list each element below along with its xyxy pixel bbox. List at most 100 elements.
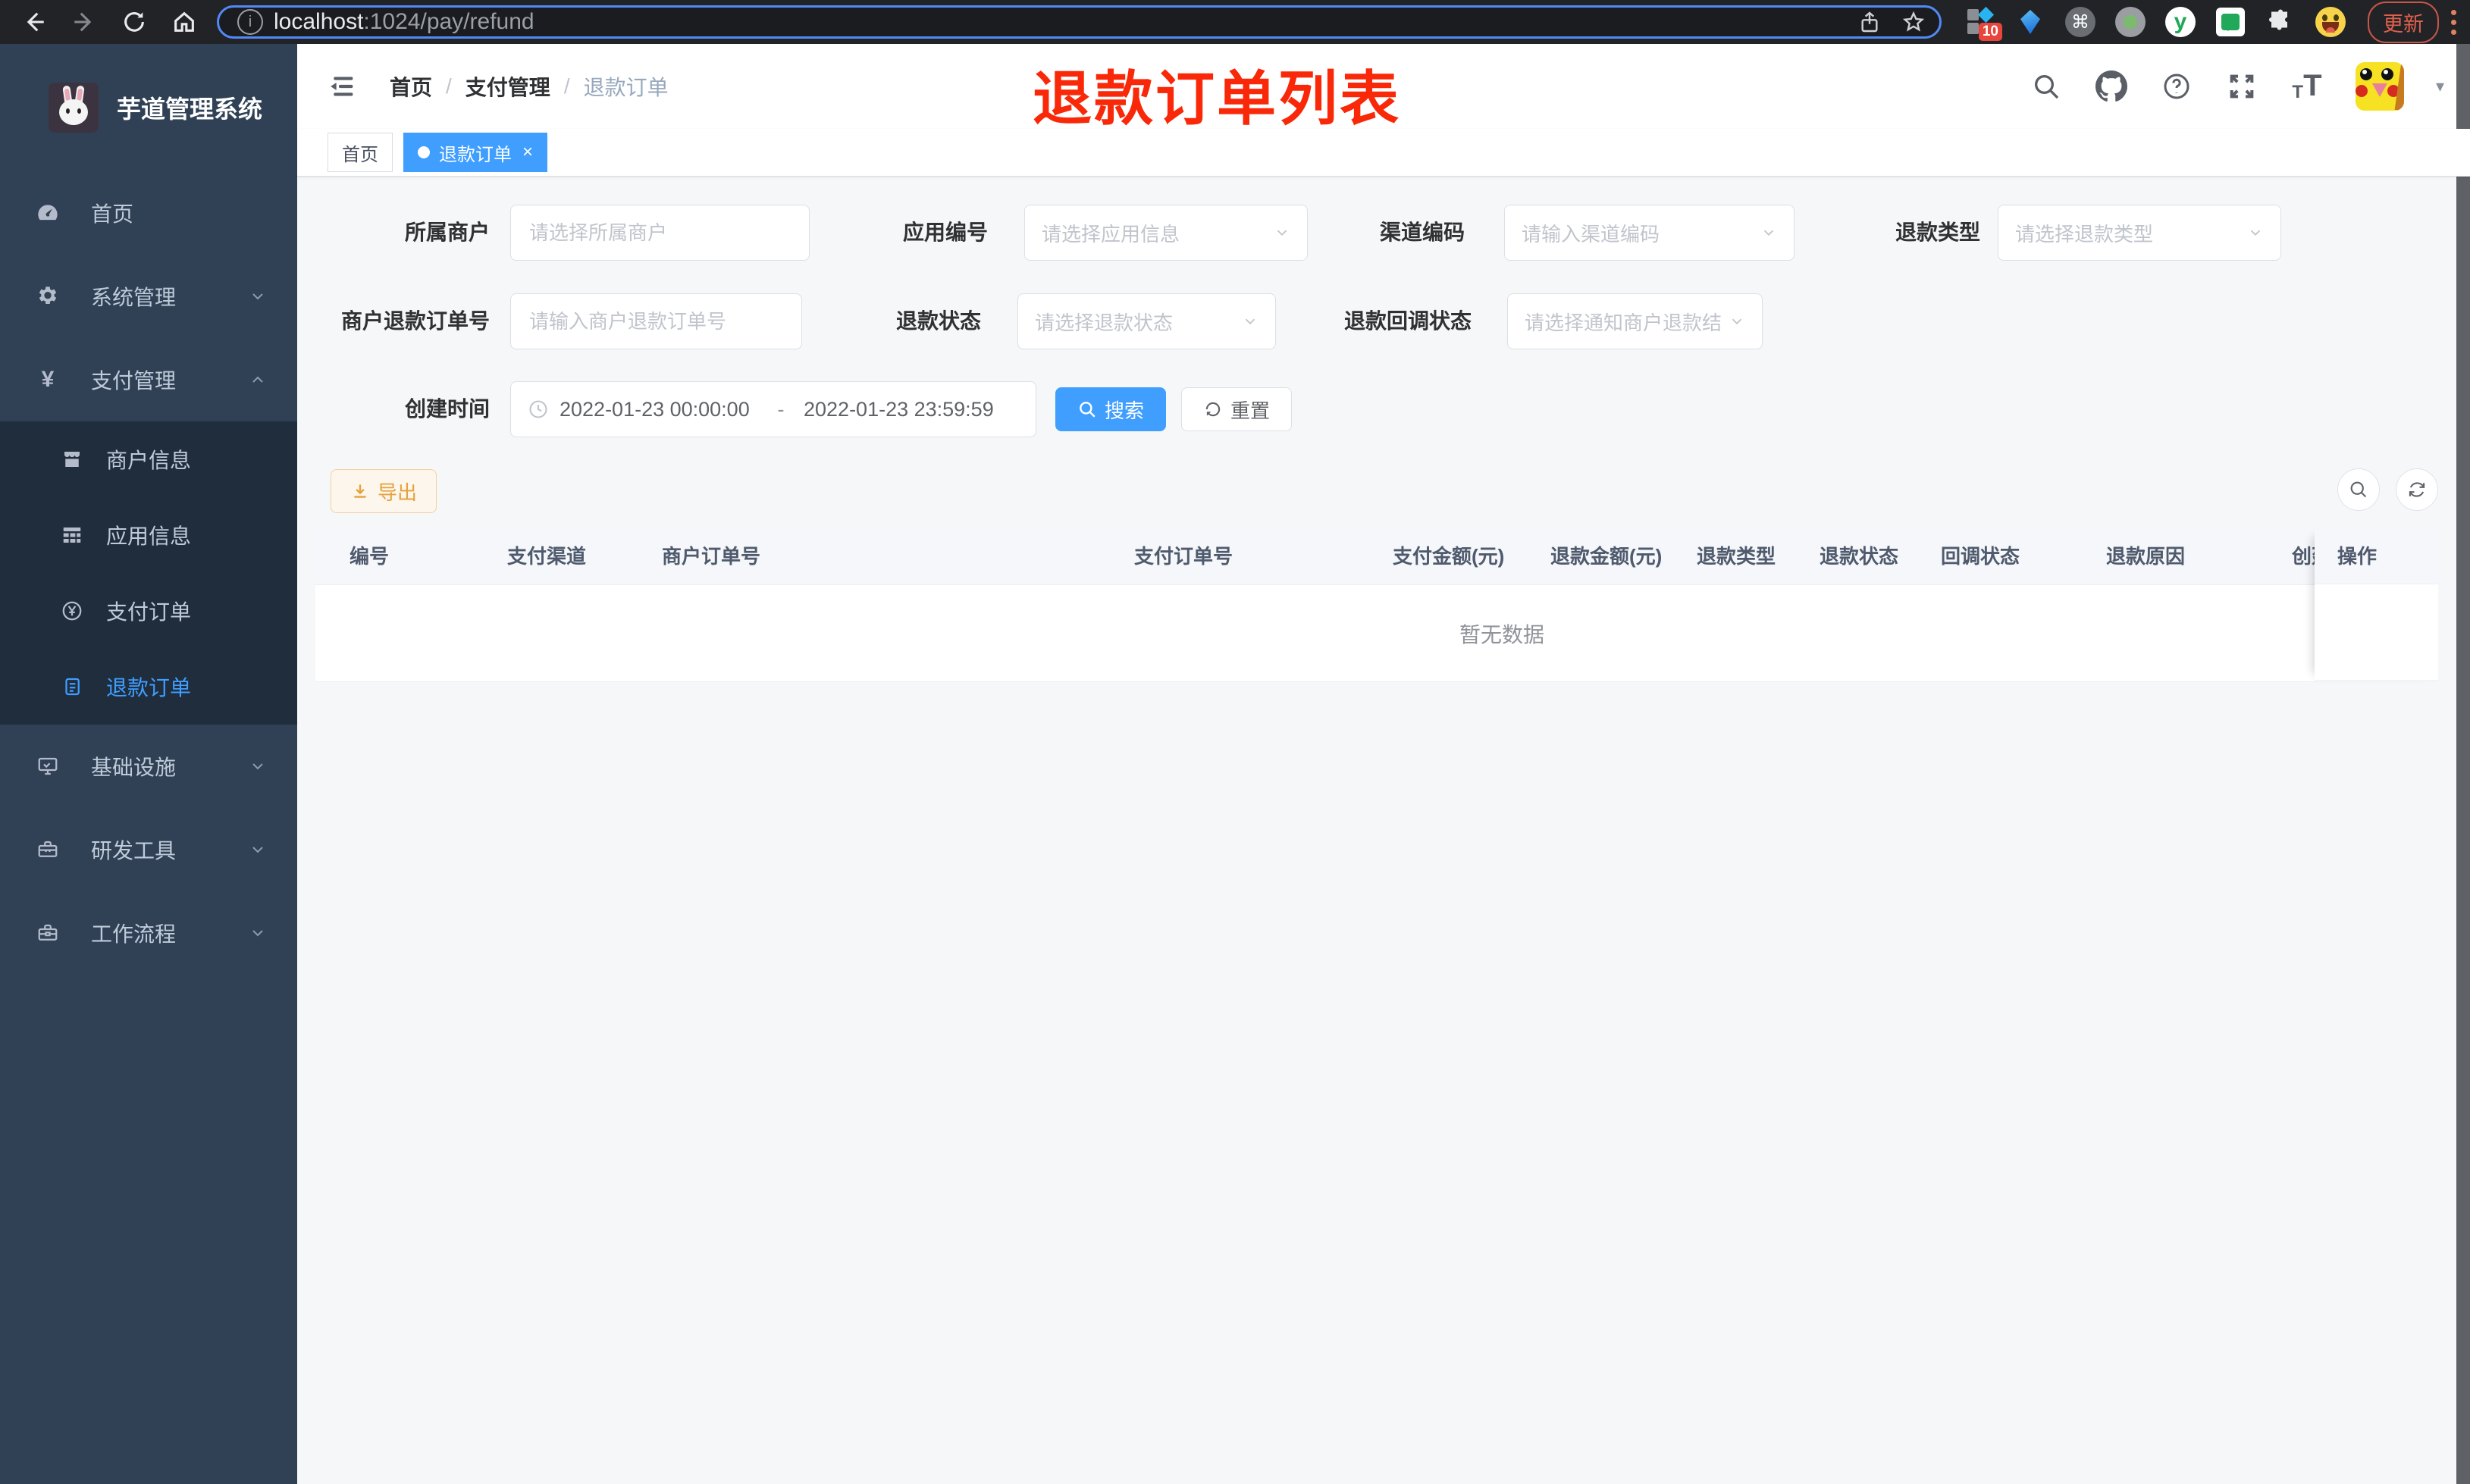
refund-status-select[interactable]: 请选择退款状态: [1017, 293, 1276, 349]
shop-icon: [59, 446, 85, 472]
yen-icon: ¥: [41, 367, 55, 392]
window-scrollbar[interactable]: [2456, 44, 2470, 1484]
col-id: 编号: [349, 545, 390, 568]
label-merchant: 所属商户: [404, 221, 490, 244]
extension-kite-icon[interactable]: [2014, 6, 2046, 38]
extension-grid-icon[interactable]: 10: [1964, 6, 2002, 41]
browser-forward-button[interactable]: [70, 8, 99, 36]
sidebar-item-pay-order[interactable]: 支付订单: [0, 573, 297, 649]
col-refund-reason: 退款原因: [2106, 545, 2186, 568]
main-area: 首页 / 支付管理 / 退款订单 退款订单列表 T T ▾ 首页 退款订单 × …: [297, 44, 2470, 1484]
col-refund-type: 退款类型: [1697, 545, 1776, 568]
search-button[interactable]: 搜索: [1055, 387, 1166, 431]
date-end-value: 2022-01-23 23:59:59: [804, 397, 994, 421]
chevron-down-icon: [1242, 313, 1259, 330]
label-app: 应用编号: [902, 221, 988, 244]
briefcase-icon: [35, 920, 61, 946]
extension-y-icon[interactable]: y: [2164, 6, 2196, 38]
pay-submenu: 商户信息 应用信息 支付订单 退款订单: [0, 421, 297, 725]
sidebar-item-refund-order[interactable]: 退款订单: [0, 649, 297, 725]
chevron-down-icon: [249, 287, 267, 305]
reset-button[interactable]: 重置: [1181, 387, 1292, 431]
browser-update-button[interactable]: 更新: [2368, 1, 2439, 43]
fullscreen-icon[interactable]: [2225, 70, 2258, 103]
yen-circle-icon: [59, 598, 85, 624]
extension-record-icon[interactable]: [2114, 6, 2146, 38]
bookmark-star-icon[interactable]: [1901, 10, 1926, 34]
sidebar-collapse-icon[interactable]: [320, 64, 365, 109]
col-refund-amount: 退款金额(元): [1550, 545, 1663, 568]
help-icon[interactable]: [2160, 70, 2193, 103]
col-pay-amount: 支付金额(元): [1393, 545, 1505, 568]
refund-type-select[interactable]: 请选择退款类型: [1998, 205, 2281, 261]
sidebar-item-system[interactable]: 系统管理: [0, 255, 297, 338]
sidebar-item-merchant-info[interactable]: 商户信息: [0, 421, 297, 497]
search-icon[interactable]: [2030, 70, 2063, 103]
browser-home-button[interactable]: [170, 8, 199, 36]
col-pay-order-no: 支付订单号: [1134, 545, 1233, 568]
github-icon[interactable]: [2095, 70, 2128, 103]
extensions-puzzle-icon[interactable]: [2265, 6, 2296, 38]
sidebar-item-infra[interactable]: 基础设施: [0, 725, 297, 808]
breadcrumb-home[interactable]: 首页: [390, 71, 432, 102]
label-refund-status: 退款状态: [895, 309, 981, 333]
breadcrumb-pay[interactable]: 支付管理: [465, 71, 550, 102]
chevron-up-icon: [249, 371, 267, 389]
browser-reload-button[interactable]: [120, 8, 149, 36]
extension-badge: 10: [1978, 23, 2002, 41]
browser-back-button[interactable]: [20, 8, 49, 36]
chevron-down-icon: [2247, 224, 2264, 241]
app-title: 芋道管理系统: [117, 95, 263, 123]
show-search-toggle-button[interactable]: [2337, 468, 2380, 511]
sidebar-item-app-info[interactable]: 应用信息: [0, 497, 297, 573]
breadcrumb-current: 退款订单: [583, 76, 669, 99]
top-navbar: 首页 / 支付管理 / 退款订单 退款订单列表 T T ▾: [297, 44, 2470, 132]
sidebar-item-home[interactable]: 首页: [0, 171, 297, 255]
breadcrumb: 首页 / 支付管理 / 退款订单: [390, 71, 669, 102]
merchant-refund-no-input[interactable]: [528, 308, 785, 334]
chevron-down-icon: [1729, 313, 1745, 330]
site-info-icon[interactable]: i: [237, 9, 263, 35]
label-refund-type: 退款类型: [1895, 221, 1980, 244]
create-time-range-picker[interactable]: 2022-01-23 00:00:00 - 2022-01-23 23:59:5…: [510, 381, 1036, 437]
extension-emoji-icon[interactable]: [2315, 6, 2346, 38]
font-size-icon[interactable]: TT: [2290, 69, 2324, 103]
extension-command-icon[interactable]: ⌘: [2064, 6, 2096, 38]
app-logo[interactable]: 芋道管理系统: [0, 44, 297, 171]
toolbox-icon: [35, 837, 61, 863]
sidebar-item-workflow[interactable]: 工作流程: [0, 891, 297, 975]
grid-table-icon: [59, 522, 85, 548]
merchant-input[interactable]: [528, 220, 792, 246]
chevron-down-icon: [249, 841, 267, 859]
page-content: 所属商户 应用编号 请选择应用信息 渠道编码 请输入渠道编码 退款类型 请选择退…: [315, 177, 2438, 1484]
extension-chat-icon[interactable]: [2215, 6, 2246, 38]
label-merchant-refund-no: 商户退款订单号: [340, 309, 490, 333]
notify-status-select[interactable]: 请选择通知商户退款结果: [1507, 293, 1763, 349]
monitor-icon: [35, 753, 61, 779]
refresh-button[interactable]: [2396, 468, 2438, 511]
browser-menu-icon[interactable]: [2451, 9, 2456, 35]
fixed-action-column: 操作: [2315, 529, 2438, 681]
chevron-down-icon: [249, 757, 267, 775]
label-channel: 渠道编码: [1379, 221, 1465, 244]
gear-icon: [35, 283, 61, 309]
tag-home[interactable]: 首页: [328, 133, 393, 172]
avatar-caret-icon[interactable]: ▾: [2436, 77, 2444, 96]
share-icon[interactable]: [1857, 10, 1882, 34]
export-button[interactable]: 导出: [331, 469, 437, 513]
sidebar-item-devtools[interactable]: 研发工具: [0, 808, 297, 891]
merchant-select[interactable]: [510, 205, 810, 261]
col-channel: 支付渠道: [507, 545, 587, 568]
clock-icon: [528, 399, 549, 420]
tag-refund-order[interactable]: 退款订单 ×: [403, 133, 548, 172]
user-avatar[interactable]: [2355, 62, 2404, 111]
table-body: 暂无数据: [315, 585, 2438, 682]
label-create-time: 创建时间: [404, 397, 490, 421]
merchant-refund-no-field[interactable]: [510, 293, 802, 349]
dashboard-icon: [35, 200, 61, 226]
col-action: 操作: [2315, 529, 2438, 584]
address-bar[interactable]: i localhost:1024/pay/refund: [217, 5, 1942, 39]
browser-toolbar: i localhost:1024/pay/refund 10 ⌘ y 更新: [0, 0, 2470, 44]
sidebar-item-pay[interactable]: ¥ 支付管理: [0, 338, 297, 421]
tag-close-icon[interactable]: ×: [522, 142, 533, 163]
